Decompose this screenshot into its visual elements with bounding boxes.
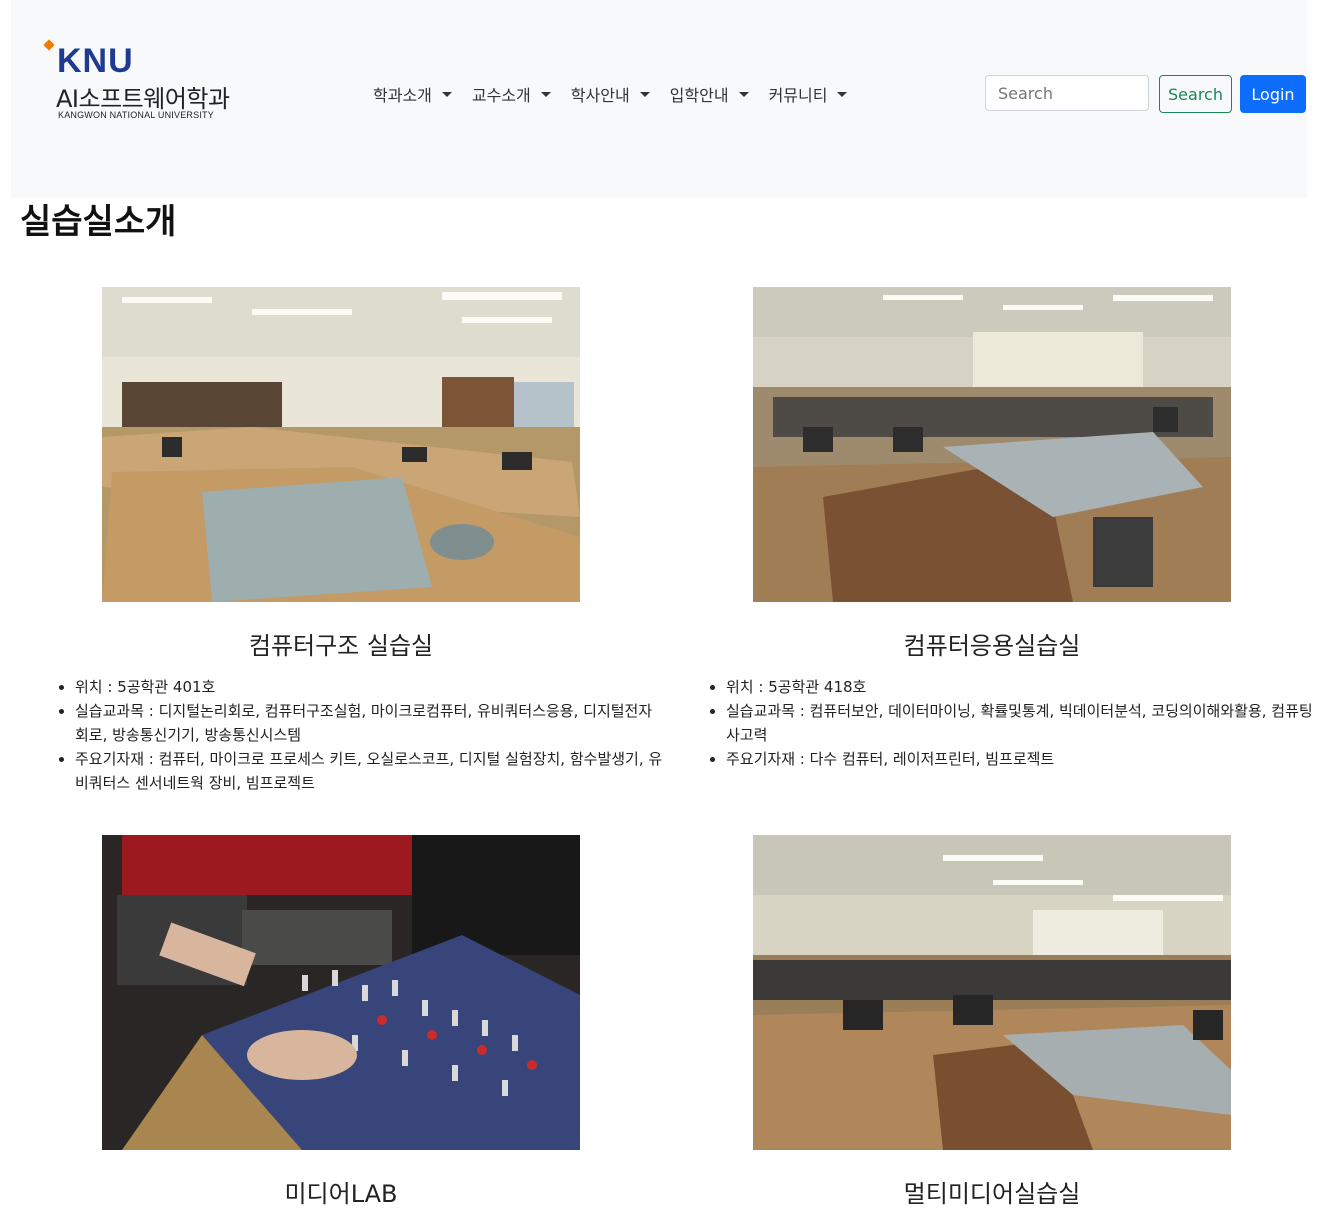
menu-label: 학사안내 <box>570 86 630 105</box>
lab-photo-media-lab <box>102 835 580 1150</box>
brand-logo[interactable]: KNU AI소프트웨어학과 KANGWON NATIONAL UNIVERSIT… <box>43 38 263 128</box>
lab-title: 컴퓨터응용실습실 <box>903 632 1081 660</box>
lab-location: 위치 : 5공학관 418호 <box>726 675 1318 699</box>
search-input[interactable] <box>985 75 1149 111</box>
lab-courses: 실습교과목 : 컴퓨터보안, 데이터마이닝, 확률및통계, 빅데이터분석, 코딩… <box>726 699 1318 747</box>
caret-down-icon <box>639 91 650 97</box>
menu-item-community[interactable]: 커뮤니티 <box>769 80 848 108</box>
search-button[interactable]: Search <box>1159 75 1232 113</box>
lab-info-list: 위치 : 5공학관 401호 실습교과목 : 디지털논리회로, 컴퓨터구조실험,… <box>55 675 665 795</box>
menu-item-admissions[interactable]: 입학안내 <box>670 80 749 108</box>
menu-item-academics[interactable]: 학사안내 <box>571 80 650 108</box>
menu-label: 교수소개 <box>471 86 531 105</box>
university-name: KANGWON NATIONAL UNIVERSITY <box>58 110 214 120</box>
caret-down-icon <box>738 91 749 97</box>
menu-item-professors[interactable]: 교수소개 <box>472 80 551 108</box>
lab-photo-computer-application <box>753 287 1231 602</box>
caret-down-icon <box>441 91 452 97</box>
menu-label: 학과소개 <box>373 86 432 105</box>
navbar: KNU AI소프트웨어학과 KANGWON NATIONAL UNIVERSIT… <box>11 0 1307 198</box>
menu-label: 커뮤니티 <box>768 86 828 105</box>
logo-accent-icon <box>43 39 55 51</box>
lab-location: 위치 : 5공학관 401호 <box>75 675 665 699</box>
lab-photo-multimedia <box>753 835 1231 1150</box>
department-name: AI소프트웨어학과 <box>56 85 230 113</box>
caret-down-icon <box>837 91 848 97</box>
main-menu: 학과소개 교수소개 학사안내 입학안내 커뮤니티 <box>373 80 867 108</box>
caret-down-icon <box>540 91 551 97</box>
classroom-photo <box>102 287 580 602</box>
lab-title: 멀티미디어실습실 <box>903 1180 1081 1208</box>
logo-text: KNU <box>57 42 134 80</box>
lab-photo-computer-architecture <box>102 287 580 602</box>
menu-item-dept-intro[interactable]: 학과소개 <box>373 80 452 108</box>
lab-title: 컴퓨터구조 실습실 <box>248 632 434 660</box>
lab-equipment: 주요기자재 : 다수 컴퓨터, 레이저프린터, 빔프로젝트 <box>726 747 1318 771</box>
lab-info-list: 위치 : 5공학관 418호 실습교과목 : 컴퓨터보안, 데이터마이닝, 확률… <box>706 675 1318 771</box>
audio-mixer-photo <box>102 835 580 1150</box>
classroom-photo <box>753 835 1231 1150</box>
lab-equipment: 주요기자재 : 컴퓨터, 마이크로 프로세스 키트, 오실로스코프, 디지털 실… <box>75 747 665 795</box>
page-title: 실습실소개 <box>20 202 177 242</box>
login-button[interactable]: Login <box>1240 75 1306 113</box>
lab-title: 미디어LAB <box>284 1180 398 1208</box>
menu-label: 입학안내 <box>669 86 729 105</box>
lab-courses: 실습교과목 : 디지털논리회로, 컴퓨터구조실험, 마이크로컴퓨터, 유비쿼터스… <box>75 699 665 747</box>
classroom-photo <box>753 287 1231 602</box>
